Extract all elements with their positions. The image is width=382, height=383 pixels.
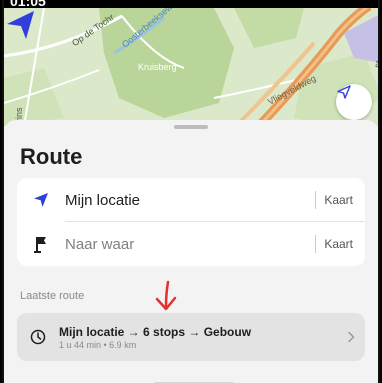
recent-route-meta: 1 u 44 min • 6.9 km — [59, 339, 137, 350]
recent-route-summary: Mijn locatie → 6 stops → Gebouw — [59, 324, 252, 339]
route-inputs-card: Mijn locatie Kaart Naar waar Kaart — [17, 178, 365, 266]
destination-map-button[interactable]: Kaart — [324, 237, 365, 251]
status-bar: 01:05 — [4, 0, 378, 8]
app-window: 01:05 Op de Tochr Oosterbeekseweg Kruisb… — [2, 0, 380, 383]
origin-location-icon — [17, 178, 65, 222]
divider — [315, 191, 317, 209]
clock-icon — [17, 329, 59, 345]
destination-row[interactable]: Naar waar Kaart — [17, 222, 365, 266]
divider — [315, 235, 317, 253]
origin-row[interactable]: Mijn locatie Kaart — [17, 178, 365, 222]
locate-button[interactable] — [336, 84, 372, 120]
status-time: 01:05 — [10, 0, 46, 9]
map-graphics — [4, 8, 378, 126]
map-view[interactable]: Op de Tochr Oosterbeekseweg Kruisberg Vl… — [4, 8, 378, 126]
destination-field[interactable]: Naar waar — [65, 236, 315, 253]
origin-map-button[interactable]: Kaart — [324, 193, 365, 207]
map-label-area: Kruisberg — [138, 62, 177, 72]
sheet-grabber[interactable] — [174, 125, 208, 129]
origin-field[interactable]: Mijn locatie — [65, 192, 315, 209]
navigation-arrow-icon — [7, 11, 34, 39]
recent-route-item[interactable]: Mijn locatie → 6 stops → Gebouw 1 u 44 m… — [17, 313, 365, 361]
recent-section-label: Laatste route — [20, 290, 85, 302]
location-arrow-icon — [337, 85, 351, 99]
page-title: Route — [20, 144, 83, 169]
chevron-right-icon — [337, 331, 365, 343]
flag-icon — [17, 222, 65, 266]
route-sheet: Route Mijn locatie Kaart Naar waar Kaart… — [4, 120, 378, 383]
annotation-arrow-icon — [155, 280, 177, 311]
